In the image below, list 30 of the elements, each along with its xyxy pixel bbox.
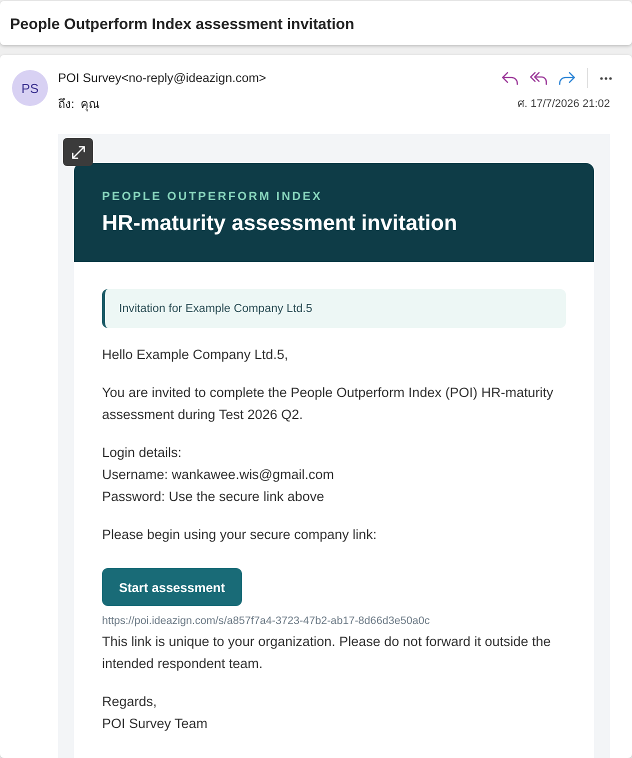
body-text: Regards, [102,693,158,711]
email-subject: People Outperform Index assessment invitation [10,16,354,33]
body-text: Hello Example Company Ltd.5, [102,346,290,364]
body-text: Username: wankawee.wis@gmail.com [102,466,336,484]
eyebrow-text: PEOPLE OUTPERFORM INDEX [102,189,324,203]
forward-icon [559,72,575,84]
more-button[interactable] [600,76,612,80]
reply-button[interactable] [502,72,518,84]
to-label: ถึง: [58,96,74,112]
body-text: Password: Use the secure link above [102,488,326,506]
body-text: Login details: [102,444,183,462]
received-date: ศ. 17/7/2026 21:02 [517,97,610,112]
sender-address: POI Survey<no-reply@ideazign.com> [58,71,266,85]
body-text: You are invited to complete the People Outperform Index (POI) HR-maturity assessment during Test 2026 Q2. [102,384,554,424]
invitation-callout: Invitation for Example Company Ltd.5 [102,289,566,328]
body-text: POI Survey Team [102,715,209,733]
body-text: This link is unique to your organization. Please do not forward it outside the intended respondent team. [102,633,552,673]
more-icon [600,76,612,80]
sender-avatar: PS [12,70,48,106]
start-assessment-button[interactable]: Start assessment [102,568,242,606]
expand-button[interactable] [63,138,93,166]
assessment-url-link[interactable]: https://poi.ideazign.com/s/a857f7a4-3723-47b2-ab17-8d66d3e50a0c [102,614,430,628]
reply-all-icon [530,72,547,84]
reply-icon [502,72,518,84]
card-title: HR-maturity assessment invitation [102,209,458,237]
reply-all-button[interactable] [530,72,547,84]
expand-icon [72,146,84,158]
recipient-name: คุณ [80,96,100,112]
body-text: Please begin using your secure company link: [102,526,378,544]
forward-button[interactable] [559,72,575,84]
